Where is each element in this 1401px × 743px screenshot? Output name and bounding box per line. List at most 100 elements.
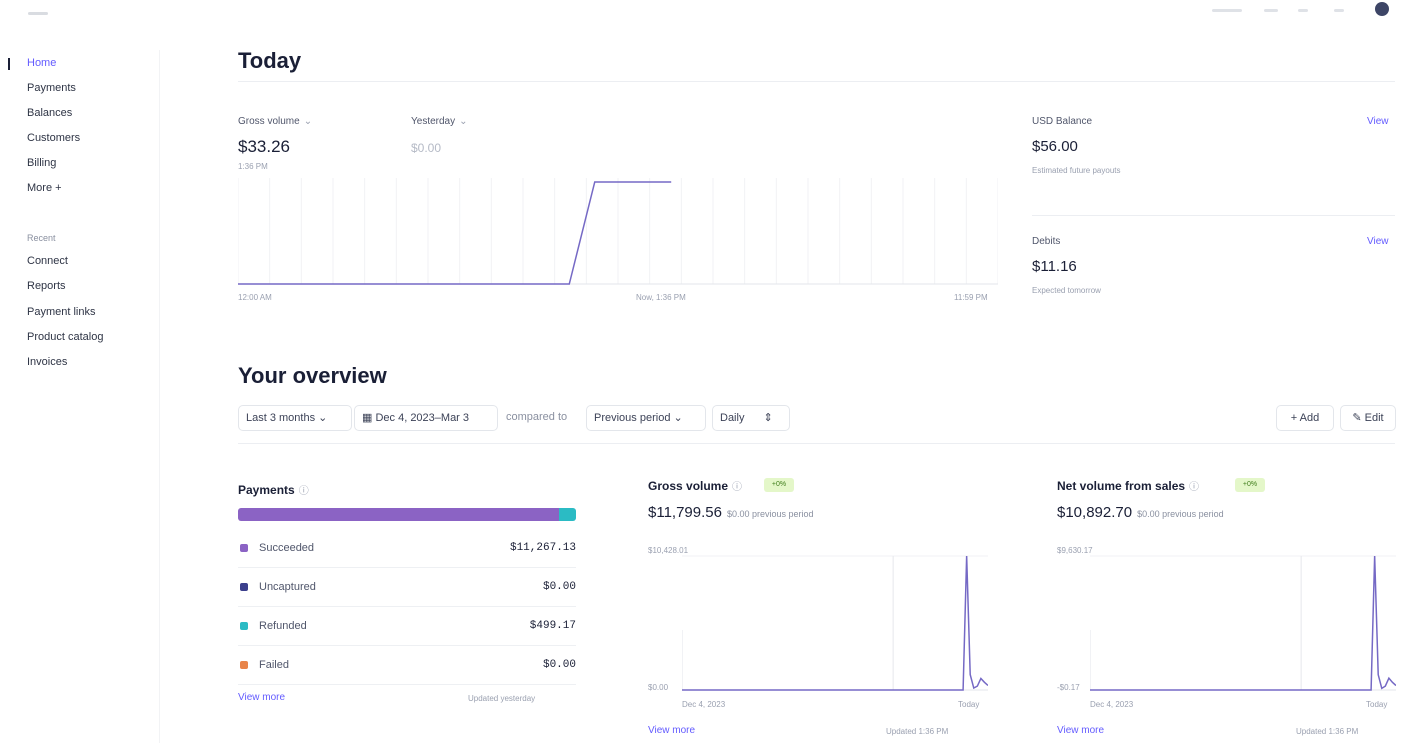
payments-updated-text: Updated yesterday [468, 694, 536, 703]
sidebar-item-payment-links[interactable]: Payment links [27, 306, 95, 318]
search-icon[interactable] [1212, 9, 1242, 12]
debits-view-link[interactable]: View [1367, 236, 1389, 247]
net-x-start-label: Dec 4, 2023 [1090, 700, 1134, 709]
active-nav-indicator [8, 58, 10, 70]
date-picker[interactable]: ▦ Dec 4, 2023–Mar 3 [354, 405, 498, 431]
net-card-previous: $0.00 previous period [1137, 509, 1224, 519]
net-card-value: $10,892.70 $0.00 previous period [1057, 504, 1224, 521]
sidebar-item-payments[interactable]: Payments [27, 82, 76, 94]
avatar[interactable] [1375, 2, 1389, 16]
comparison-select[interactable]: Previous period ⌄ [586, 405, 706, 431]
sidebar-item-invoices[interactable]: Invoices [27, 356, 67, 368]
list-item[interactable]: Uncaptured $0.00 [238, 568, 576, 607]
gross-volume-selector[interactable]: Gross volume ⌄ [238, 116, 312, 127]
date-picker-value: Dec 4, 2023–Mar 3 [375, 412, 470, 424]
calendar-icon: ▦ [362, 412, 373, 424]
net-y-bottom-label: -$0.17 [1057, 683, 1080, 692]
succeeded-dot-icon [240, 544, 248, 552]
sidebar-item-customers[interactable]: Customers [27, 132, 80, 144]
date-range-value: Last 3 months [246, 412, 316, 424]
divider [238, 443, 1395, 444]
net-card-amount: $10,892.70 [1057, 504, 1133, 521]
debits-label: Debits [1032, 236, 1061, 247]
debits-sub: Expected tomorrow [1032, 286, 1101, 295]
gross-x-end-label: Today [958, 700, 980, 709]
interval-value: Daily [720, 412, 745, 424]
info-icon[interactable]: ⓘ [299, 486, 309, 497]
sidebar-item-home[interactable]: Home [27, 57, 56, 69]
today-volume-chart [238, 178, 998, 285]
payments-title-text: Payments [238, 483, 295, 497]
settings-icon[interactable] [1334, 9, 1344, 12]
divider [238, 81, 1395, 82]
sort-icon: ⇕ [763, 412, 773, 424]
series-line [238, 181, 672, 285]
chevron-down-icon: ⌄ [318, 412, 328, 424]
list-item[interactable]: Succeeded $11,267.13 [238, 529, 576, 568]
payment-status-name: Succeeded [259, 542, 315, 554]
logo-icon[interactable] [28, 12, 48, 15]
divider [1032, 215, 1395, 216]
payment-status-amount: $499.17 [529, 620, 576, 632]
usd-balance-value: $56.00 [1032, 138, 1078, 155]
sidebar-item-more[interactable]: More + [27, 182, 62, 194]
payment-status-amount: $11,267.13 [509, 542, 576, 554]
gross-card-amount: $11,799.56 [648, 504, 722, 521]
date-range-select[interactable]: Last 3 months ⌄ [238, 405, 352, 431]
usd-balance-view-link[interactable]: View [1367, 116, 1389, 127]
axis-end-label: 11:59 PM [954, 293, 988, 302]
series-line [1090, 555, 1396, 691]
refunded-segment [559, 508, 576, 521]
status-badge: +0% [1235, 478, 1265, 492]
page-title: Today [238, 48, 302, 73]
gross-y-bottom-label: $0.00 [648, 683, 669, 692]
gross-card-value: $11,799.56 $0.00 previous period [648, 504, 814, 521]
overview-title: Your overview [238, 363, 387, 388]
sidebar-item-balances[interactable]: Balances [27, 107, 72, 119]
chevron-down-icon: ⌄ [673, 412, 683, 424]
net-view-more-link[interactable]: View more [1057, 725, 1104, 736]
usd-balance-label: USD Balance [1032, 116, 1093, 127]
list-item[interactable]: Failed $0.00 [238, 646, 576, 685]
comparison-selector[interactable]: Yesterday ⌄ [411, 116, 468, 127]
compared-to-label: compared to [506, 411, 568, 423]
add-button[interactable]: + Add [1276, 405, 1334, 431]
sidebar [0, 50, 160, 743]
gross-updated-text: Updated 1:36 PM [886, 727, 949, 736]
uncaptured-dot-icon [240, 583, 248, 591]
payment-status-amount: $0.00 [542, 581, 576, 593]
list-item[interactable]: Refunded $499.17 [238, 607, 576, 646]
net-y-top-label: $9,630.17 [1057, 546, 1093, 555]
payment-status-amount: $0.00 [542, 659, 576, 671]
gross-volume-value: $33.26 [238, 137, 290, 156]
usd-balance-sub: Estimated future payouts [1032, 166, 1121, 175]
gross-volume-chart [682, 555, 988, 691]
payment-status-name: Refunded [259, 620, 307, 632]
help-icon[interactable] [1264, 9, 1278, 12]
info-icon[interactable]: ⓘ [1189, 482, 1199, 493]
chevron-down-icon: ⌄ [303, 116, 313, 127]
axis-now-label: Now, 1:36 PM [636, 293, 686, 302]
status-badge: +0% [764, 478, 794, 492]
edit-icon: ✎ [1352, 412, 1362, 424]
notifications-icon[interactable] [1298, 9, 1308, 12]
interval-select[interactable]: Daily ⇕ [712, 405, 790, 431]
sidebar-item-reports[interactable]: Reports [27, 280, 66, 292]
gross-volume-label: Gross volume [238, 116, 300, 127]
series-line [682, 555, 988, 691]
gross-view-more-link[interactable]: View more [648, 725, 695, 736]
axis-start-label: 12:00 AM [238, 293, 272, 302]
edit-button[interactable]: ✎ Edit [1340, 405, 1396, 431]
sidebar-item-product-catalog[interactable]: Product catalog [27, 331, 103, 343]
sidebar-item-billing[interactable]: Billing [27, 157, 56, 169]
gross-card-previous: $0.00 previous period [726, 509, 814, 519]
gross-x-start-label: Dec 4, 2023 [682, 700, 726, 709]
info-icon[interactable]: ⓘ [732, 482, 742, 493]
net-x-end-label: Today [1366, 700, 1388, 709]
yesterday-label: Yesterday [411, 116, 456, 127]
top-bar [0, 0, 1401, 36]
payments-card-title: Payments ⓘ [238, 482, 309, 497]
net-updated-text: Updated 1:36 PM [1296, 727, 1359, 736]
sidebar-item-connect[interactable]: Connect [27, 255, 68, 267]
payments-view-more-link[interactable]: View more [238, 692, 285, 703]
